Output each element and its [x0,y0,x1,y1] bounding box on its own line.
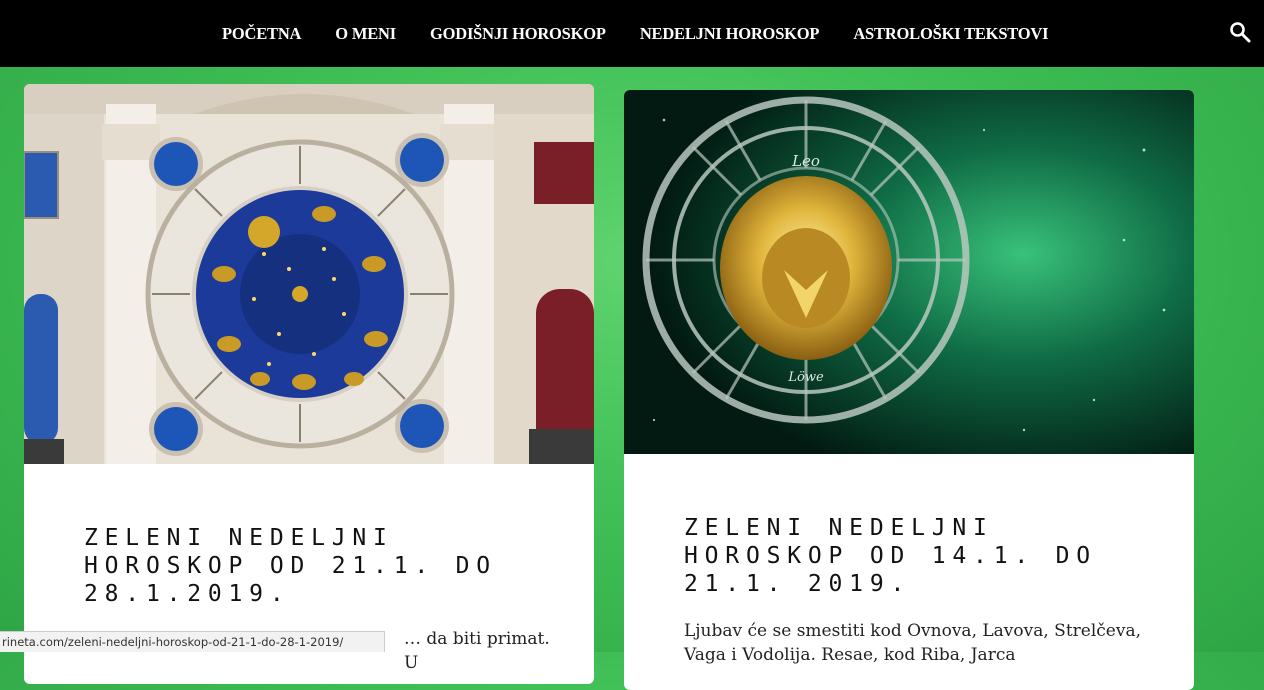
nav-item-astroloski-tekstovi[interactable]: ASTROLOŠKI TEKSTOVI [853,24,1048,44]
post-excerpt: Ljubav će se smestiti kod Ovnova, Lavova… [684,621,1142,665]
post-card: Leo Löwe ZELENI NEDELJNI HOROSKOP OD 14.… [624,90,1194,690]
post-title[interactable]: ZELENI NEDELJNI HOROSKOP OD 21.1. DO 28.… [84,524,554,608]
nav-item-godisnji-horoskop[interactable]: GODIŠNJI HOROSKOP [430,24,606,44]
post-image-clock-tower[interactable] [24,84,594,464]
post-excerpt: … da biti primat. U [404,629,550,673]
nav-item-nedeljni-horoskop[interactable]: NEDELJNI HOROSKOP [640,24,820,44]
browser-status-bar: rineta.com/zeleni-nedeljni-horoskop-od-2… [0,631,385,652]
nav-item-pocetna[interactable]: POČETNA [222,24,301,44]
search-icon[interactable] [1229,21,1251,43]
top-navbar: POČETNA O MENI GODIŠNJI HOROSKOP NEDELJN… [0,0,1264,67]
post-title[interactable]: ZELENI NEDELJNI HOROSKOP OD 14.1. DO 21.… [684,514,1154,598]
post-card: ZELENI NEDELJNI HOROSKOP OD 21.1. DO 28.… [24,84,594,684]
post-image-leo-zodiac[interactable]: Leo Löwe [624,90,1194,454]
main-menu: POČETNA O MENI GODIŠNJI HOROSKOP NEDELJN… [222,0,1082,67]
nav-item-o-meni[interactable]: O MENI [335,24,396,44]
svg-text:Leo: Leo [791,152,820,170]
svg-text:Löwe: Löwe [787,370,824,385]
